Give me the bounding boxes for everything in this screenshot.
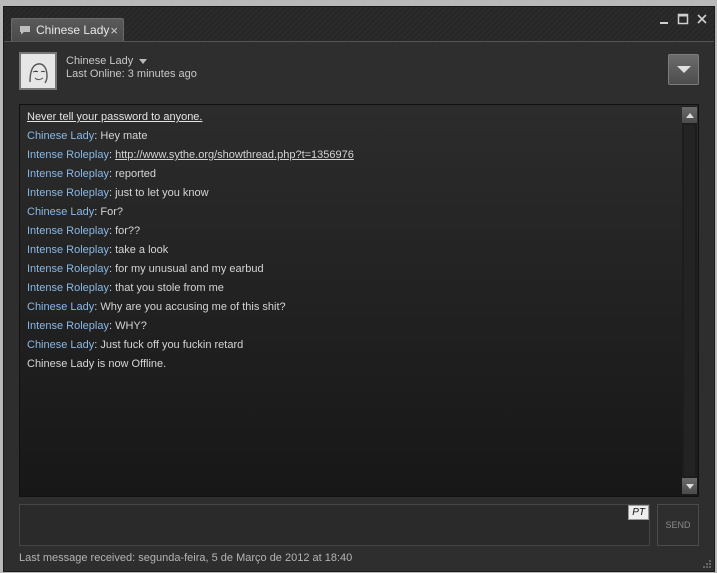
last-online-status: Last Online: 3 minutes ago	[66, 68, 197, 80]
last-message-status: Last message received: segunda-feira, 5 …	[19, 552, 353, 564]
sender-name: Chinese Lady	[27, 301, 95, 313]
scroll-up-button[interactable]	[682, 107, 697, 123]
scroll-down-button[interactable]	[682, 478, 697, 494]
chat-bubble-icon	[20, 26, 30, 35]
maximize-icon[interactable]	[677, 13, 689, 25]
sender-name: Intense Roleplay	[27, 187, 109, 199]
options-dropdown-button[interactable]	[668, 54, 699, 85]
sender-name: Chinese Lady	[27, 206, 95, 218]
arrow-down-icon	[685, 483, 694, 489]
chat-message: Chinese Lady: Just fuck off you fuckin r…	[27, 336, 678, 355]
send-button[interactable]: SEND	[657, 504, 699, 546]
offline-notice: Chinese Lady is now Offline.	[27, 358, 167, 370]
message-text: : Hey mate	[94, 130, 148, 142]
tab-close-icon[interactable]: ×	[110, 24, 118, 37]
message-link[interactable]: http://www.sythe.org/showthread.php?t=13…	[115, 149, 354, 161]
language-badge: PT	[628, 505, 649, 520]
tab-label: Chinese Lady	[36, 23, 110, 37]
chat-content: Chinese Lady Last Online: 3 minutes ago …	[4, 41, 714, 571]
message-text: : that you stole from me	[108, 282, 224, 294]
chat-message: Intense Roleplay: reported	[27, 165, 678, 184]
message-text: : For?	[94, 206, 124, 218]
message-text: : Just fuck off you fuckin retard	[94, 339, 244, 351]
chat-message: Chinese Lady: For?	[27, 203, 678, 222]
message-text: : for??	[108, 225, 141, 237]
chat-message: Intense Roleplay: for my unusual and my …	[27, 260, 678, 279]
sender-name: Chinese Lady	[27, 339, 95, 351]
sender-name: Intense Roleplay	[27, 168, 109, 180]
chat-message: Intense Roleplay: for??	[27, 222, 678, 241]
tab-chat[interactable]: Chinese Lady ×	[11, 18, 124, 41]
close-icon[interactable]	[696, 13, 708, 25]
title-bar[interactable]: Chinese Lady ×	[4, 7, 714, 41]
chat-message: Intense Roleplay: just to let you know	[27, 184, 678, 203]
sender-name: Intense Roleplay	[27, 225, 109, 237]
message-text: : just to let you know	[108, 187, 209, 199]
chat-window: Chinese Lady × Chinese Lady Last Online:…	[3, 6, 715, 572]
message-text: : WHY?	[108, 320, 147, 332]
sender-name: Intense Roleplay	[27, 320, 109, 332]
chat-message: Chinese Lady: Why are you accusing me of…	[27, 298, 678, 317]
arrow-up-icon	[685, 112, 694, 118]
chat-message: Intense Roleplay: that you stole from me	[27, 279, 678, 298]
chat-message: Intense Roleplay: WHY?	[27, 317, 678, 336]
chat-message: Intense Roleplay: take a look	[27, 241, 678, 260]
message-text: : take a look	[108, 244, 169, 256]
chat-log: Never tell your password to anyone. Chin…	[19, 104, 699, 497]
sender-name: Intense Roleplay	[27, 263, 109, 275]
dropdown-arrow-icon	[676, 66, 691, 73]
sender-name: Chinese Lady	[27, 130, 95, 142]
sender-name: Intense Roleplay	[27, 149, 109, 161]
scroll-track[interactable]	[684, 125, 695, 476]
minimize-icon[interactable]	[658, 13, 670, 25]
resize-grip-icon[interactable]	[702, 559, 712, 569]
message-text: : Why are you accusing me of this shit?	[94, 301, 286, 313]
avatar-face-icon	[21, 54, 55, 88]
friend-header: Chinese Lady Last Online: 3 minutes ago	[4, 42, 714, 104]
friend-name[interactable]: Chinese Lady	[66, 55, 133, 67]
message-text: : for my unusual and my earbud	[108, 263, 264, 275]
sender-name: Intense Roleplay	[27, 244, 109, 256]
chat-message: Intense Roleplay: http://www.sythe.org/s…	[27, 146, 678, 165]
password-warning: Never tell your password to anyone.	[27, 111, 203, 123]
message-input[interactable]: PT	[19, 504, 650, 546]
avatar[interactable]	[19, 52, 57, 90]
chevron-down-icon[interactable]	[139, 58, 148, 64]
message-text: : reported	[108, 168, 157, 180]
sender-name: Intense Roleplay	[27, 282, 109, 294]
chat-message: Chinese Lady: Hey mate	[27, 127, 678, 146]
chat-scrollbar[interactable]	[682, 106, 697, 495]
